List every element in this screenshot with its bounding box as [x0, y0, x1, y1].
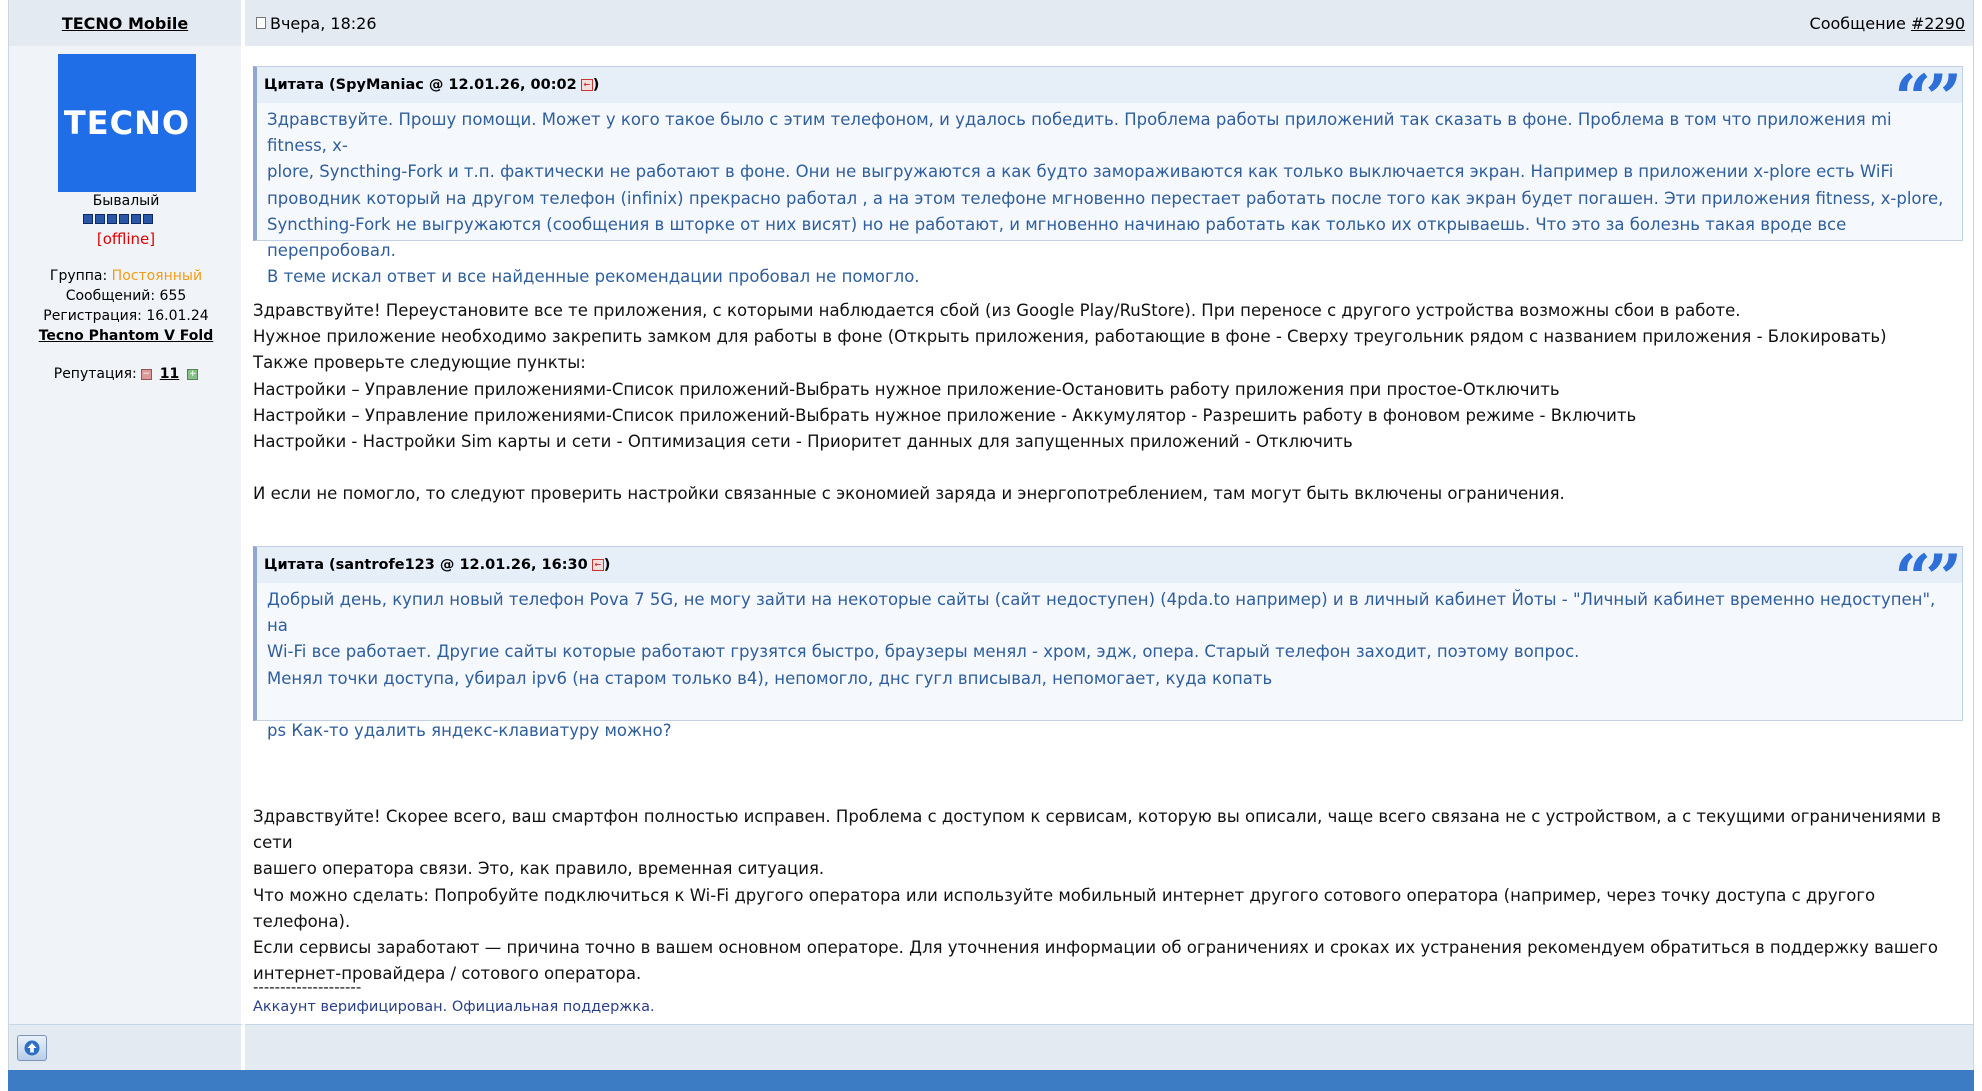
user-device-link[interactable]: Tecno Phantom V Fold — [9, 328, 243, 344]
reply-line: Нужное приложение необходимо закрепить з… — [253, 327, 1887, 347]
post-header: Вчера, 18:26 Сообщение #2290 — [245, 0, 1973, 46]
message-label: Сообщение — [1809, 13, 1906, 33]
back-arrow-icon[interactable]: ← — [591, 559, 604, 571]
post-date-wrap: Вчера, 18:26 — [253, 14, 377, 33]
reply-line: вашего оператора связи. Это, как правило… — [253, 859, 825, 879]
rank-pip — [107, 214, 117, 224]
quote-header-1: Цитата (SpyManiac @ 12.01.26, 00:02 ← ) … — [257, 67, 1962, 131]
quote-line: Здравствуйте. Прошу помощи. Может у кого… — [267, 110, 1892, 156]
quote-line: plore, Syncthing-Fork и т.п. фактически … — [267, 162, 1894, 182]
reply-line: Что можно сделать: Попробуйте подключить… — [253, 885, 1876, 931]
reputation-label: Репутация: — [53, 366, 137, 382]
bottom-bar — [8, 1070, 1974, 1091]
post-author-header: TECNO Mobile — [9, 0, 243, 46]
post-body: Цитата (SpyManiac @ 12.01.26, 00:02 ← ) … — [245, 46, 1973, 1024]
rank-pip — [95, 214, 105, 224]
quote-header-end: ) — [592, 76, 600, 93]
quote-line: Syncthing-Fork не выгружаются (сообщения… — [267, 214, 1847, 261]
reply-line: И если не помогло, то следуют проверить … — [253, 484, 1565, 504]
quote-block-2: Цитата (santrofe123 @ 12.01.26, 16:30 ← … — [253, 546, 1963, 740]
reply-text-2: Здравствуйте! Скорее всего, ваш смартфон… — [253, 804, 1965, 987]
rank-pip — [143, 214, 153, 224]
quote-blank-line — [267, 692, 1952, 718]
rank-pips — [83, 214, 153, 224]
user-group: Группа: Постоянный — [9, 268, 243, 284]
user-message-count: Сообщений: 655 — [65, 288, 187, 304]
quote-line: Добрый день, купил новый телефон Pova 7 … — [267, 590, 1936, 636]
quote-mark-icon: “” — [1894, 541, 1962, 616]
scroll-top-button[interactable] — [17, 1035, 47, 1061]
quote-text-2: Добрый день, купил новый телефон Pova 7 … — [257, 583, 1962, 750]
quote-header-text: Цитата (santrofe123 @ 12.01.26, 16:30 — [264, 556, 588, 573]
reply-text-1: Здравствуйте! Переустановите все те прил… — [253, 298, 1965, 507]
rank-pip — [83, 214, 93, 224]
reply-line: Настройки – Управление приложениями-Спис… — [253, 405, 1637, 425]
rank-pip — [119, 214, 129, 224]
quote-header-2: Цитата (santrofe123 @ 12.01.26, 16:30 ← … — [257, 547, 1962, 611]
avatar-logo-text: TECNO — [63, 104, 191, 142]
user-info-panel: TECNO Бывалый [offline] Группа: Постоянн… — [9, 46, 243, 1024]
message-number-link[interactable]: #2290 — [1911, 14, 1965, 33]
message-number-wrap: Сообщение #2290 — [1810, 14, 1965, 33]
quote-text-1: Здравствуйте. Прошу помощи. Может у кого… — [257, 103, 1962, 296]
user-status: [offline] — [96, 230, 156, 248]
post-date: Вчера, 18:26 — [270, 13, 377, 33]
rep-plus-icon[interactable]: + — [187, 368, 199, 380]
reply-line: Настройки - Настройки Sim карты и сети -… — [253, 432, 1353, 452]
rep-minus-icon[interactable]: − — [140, 368, 152, 380]
post-footer-right — [245, 1024, 1973, 1070]
quote-line: Менял точки доступа, убирал ipv6 (на ста… — [267, 668, 1273, 688]
arrow-up-icon — [24, 1040, 40, 1056]
reply-blank-line — [253, 455, 1965, 481]
rank-pip — [131, 214, 141, 224]
quote-line: проводник который на другом телефон (inf… — [267, 188, 1944, 208]
reply-line: интернет-провайдера / сотового оператора… — [253, 964, 642, 984]
reply-line: Здравствуйте! Скорее всего, ваш смартфон… — [253, 807, 1941, 853]
quote-line: Wi-Fi все работает. Другие сайты которые… — [267, 642, 1580, 662]
reply-line: Здравствуйте! Переустановите все те прил… — [253, 301, 1741, 320]
quote-block-1: Цитата (SpyManiac @ 12.01.26, 00:02 ← ) … — [253, 66, 1963, 286]
avatar[interactable]: TECNO — [58, 54, 196, 192]
reply-line: Если сервисы заработают — причина точно … — [253, 938, 1938, 958]
quote-header-text: Цитата (SpyManiac @ 12.01.26, 00:02 — [264, 76, 577, 93]
quote-mark-icon: “” — [1894, 61, 1962, 136]
user-registration: Регистрация: 16.01.24 — [43, 308, 209, 324]
reply-line: Настройки – Управление приложениями-Спис… — [253, 379, 1560, 399]
user-reputation: Репутация: − 11 + — [9, 366, 243, 382]
reply-line: Также проверьте следующие пункты: — [253, 353, 586, 373]
quote-line: ps Как-то удалить яндекс-клавиатуру можн… — [267, 720, 672, 740]
back-arrow-icon[interactable]: ← — [580, 79, 593, 91]
quote-header-end: ) — [603, 556, 611, 573]
document-icon — [256, 17, 266, 29]
post-footer-left — [9, 1024, 243, 1070]
group-label: Группа: — [49, 268, 108, 284]
quote-line: В теме искал ответ и все найденные реком… — [267, 267, 920, 287]
author-name-link[interactable]: TECNO Mobile — [62, 14, 188, 33]
reputation-value[interactable]: 11 — [160, 366, 179, 382]
signature-text: Аккаунт верифицирован. Официальная подде… — [253, 999, 655, 1015]
user-rank: Бывалый — [92, 193, 160, 209]
group-value: Постоянный — [111, 268, 203, 284]
